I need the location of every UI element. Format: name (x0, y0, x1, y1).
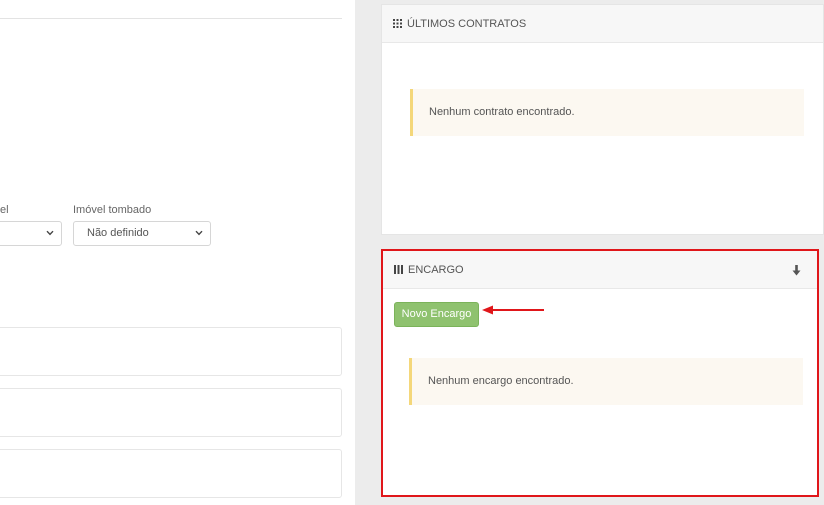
contracts-widget-header: ÚLTIMOS CONTRATOS (382, 5, 823, 43)
encargo-widget-title: ENCARGO (408, 263, 464, 276)
field-label-partial: el (0, 204, 9, 216)
collapsed-section[interactable] (0, 327, 342, 376)
collapsed-section[interactable] (0, 449, 342, 498)
download-arrow-icon[interactable] (792, 265, 801, 276)
partial-select[interactable] (0, 221, 62, 246)
grid-icon (393, 19, 402, 28)
arrow-annotation-icon (482, 305, 544, 315)
chevron-down-icon (195, 230, 203, 236)
contracts-widget-title: ÚLTIMOS CONTRATOS (407, 17, 527, 30)
left-panel: el Imóvel tombado Não definido (0, 0, 355, 505)
encargo-widget: ENCARGO Novo Encargo Nenhum encargo enco… (383, 251, 817, 495)
encargo-empty-message: Nenhum encargo encontrado. (428, 375, 574, 387)
chevron-down-icon (46, 230, 54, 236)
divider (0, 18, 342, 19)
encargo-widget-header: ENCARGO (383, 251, 817, 289)
encargo-empty-alert: Nenhum encargo encontrado. (409, 358, 803, 405)
imovel-tombado-label: Imóvel tombado (73, 204, 152, 216)
grid-icon (394, 265, 403, 274)
imovel-tombado-value: Não definido (87, 227, 149, 239)
contracts-widget: ÚLTIMOS CONTRATOS Nenhum contrato encont… (381, 4, 824, 235)
novo-encargo-button[interactable]: Novo Encargo (394, 302, 479, 327)
imovel-tombado-select[interactable]: Não definido (73, 221, 211, 246)
contracts-empty-message: Nenhum contrato encontrado. (429, 106, 575, 118)
collapsed-section[interactable] (0, 388, 342, 437)
contracts-empty-alert: Nenhum contrato encontrado. (410, 89, 804, 136)
